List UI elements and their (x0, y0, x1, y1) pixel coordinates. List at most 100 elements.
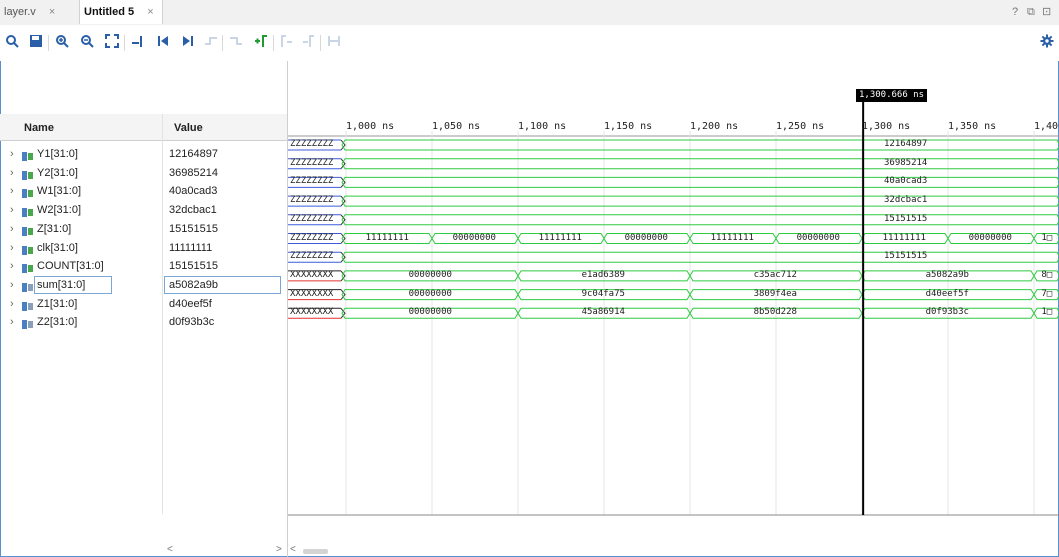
toolbar-separator (222, 35, 223, 51)
chevron-right-icon[interactable]: › (10, 276, 14, 294)
time-tick-label: 1,000 ns (346, 121, 395, 132)
bus-segment (341, 251, 1059, 263)
bus-segment (341, 158, 1059, 170)
value-label: 00000000 (408, 288, 452, 299)
help-icon[interactable]: ? (1012, 0, 1018, 24)
signal-name: W2[31:0] (37, 204, 82, 217)
maximize-icon[interactable]: ⊡ (1042, 0, 1051, 24)
initial-state-label: XXXXXXXX (290, 269, 334, 280)
signal-row[interactable]: › W1[31:0] 40a0cad3 (0, 182, 287, 200)
next-marker-icon[interactable] (301, 34, 317, 52)
input-bus-icon (22, 261, 33, 274)
initial-state-label: XXXXXXXX (290, 288, 334, 299)
value-label: 15151515 (884, 213, 928, 224)
chevron-right-icon[interactable]: › (10, 220, 14, 238)
settings-icon[interactable] (1039, 34, 1055, 52)
signal-value: 36985214 (169, 166, 218, 179)
close-icon[interactable]: × (147, 6, 153, 18)
chevron-right-icon[interactable]: › (10, 313, 14, 331)
value-label: a5082a9b (925, 269, 969, 280)
signal-value: d40eef5f (169, 297, 212, 310)
signal-row[interactable]: › Z1[31:0] d40eef5f (0, 295, 287, 313)
value-label: 3809f4ea (753, 288, 797, 299)
chevron-right-icon[interactable]: › (10, 257, 14, 275)
signal-value: 40a0cad3 (169, 185, 218, 198)
signal-row[interactable]: › Z2[31:0] d0f93b3c (0, 313, 287, 331)
output-bus-icon (22, 317, 33, 330)
go-to-cursor-icon[interactable] (130, 34, 146, 52)
swap-cursors-icon[interactable] (326, 34, 342, 52)
float-icon[interactable]: ⧉ (1027, 0, 1035, 24)
value-label: 8□ (1041, 269, 1053, 280)
search-icon[interactable] (4, 34, 20, 52)
signal-row[interactable]: › Z[31:0] 15151515 (0, 220, 287, 238)
chevron-right-icon[interactable]: › (10, 201, 14, 219)
go-to-first-icon[interactable] (155, 34, 171, 52)
signal-row[interactable]: › sum[31:0] a5082a9b (0, 275, 287, 294)
go-to-last-icon[interactable] (180, 34, 196, 52)
signal-value: 11111111 (169, 241, 213, 254)
time-tick-label: 1,100 ns (518, 121, 567, 132)
tab-untitled-5[interactable]: Untitled 5 × (79, 0, 163, 24)
signal-name: W1[31:0] (37, 185, 82, 198)
value-label: 00000000 (796, 232, 840, 243)
input-bus-icon (22, 205, 33, 218)
value-label: 15151515 (884, 251, 928, 262)
value-label: 36985214 (884, 157, 928, 168)
signal-name: sum[31:0] (37, 278, 86, 291)
value-label: 00000000 (968, 232, 1012, 243)
value-label: 00000000 (452, 232, 496, 243)
zoom-in-icon[interactable] (54, 34, 70, 52)
value-label: 11111111 (882, 232, 926, 243)
add-marker-icon[interactable] (253, 34, 269, 52)
signal-value: a5082a9b (169, 278, 218, 291)
chevron-right-icon[interactable]: › (10, 164, 14, 182)
signal-row[interactable]: › clk[31:0] 11111111 (0, 239, 287, 257)
zoom-fit-icon[interactable] (104, 34, 120, 52)
time-tick-label: 1,300 ns (862, 121, 911, 132)
value-label: 9c04fa75 (581, 288, 625, 299)
save-icon[interactable] (28, 34, 44, 52)
input-bus-icon (22, 168, 33, 180)
chevron-right-icon[interactable]: › (10, 295, 14, 313)
next-transition-icon[interactable] (228, 34, 244, 52)
value-column-header[interactable]: Value (174, 119, 203, 137)
zoom-out-icon[interactable] (79, 34, 95, 52)
signal-row[interactable]: › COUNT[31:0] 15151515 (0, 257, 287, 275)
chevron-right-icon[interactable]: › (10, 239, 14, 257)
signal-name: Y2[31:0] (37, 166, 78, 179)
previous-transition-icon[interactable] (203, 34, 219, 52)
time-tick-label: 1,350 ns (948, 121, 997, 132)
name-scroll-right-icon[interactable]: > (276, 544, 282, 557)
value-label: 00000000 (624, 232, 668, 243)
value-label: 00000000 (408, 307, 452, 318)
input-bus-icon (22, 224, 33, 236)
time-tick-label: 1,050 ns (432, 121, 481, 132)
output-bus-icon (22, 280, 33, 292)
initial-state-label: ZZZZZZZZ (290, 157, 334, 168)
signal-row[interactable]: › Y1[31:0] 12164897 (0, 145, 287, 163)
tab-layer-v[interactable]: layer.v × (4, 0, 74, 24)
signal-name: COUNT[31:0] (37, 260, 104, 273)
wave-scrollbar-thumb[interactable] (303, 549, 328, 554)
input-bus-icon (22, 243, 33, 255)
previous-marker-icon[interactable] (279, 34, 295, 52)
chevron-right-icon[interactable]: › (10, 145, 14, 163)
waveform-panel[interactable]: 1,300.666 ns 1,000 ns 1,050 ns 1,100 ns 1,1… (287, 61, 1059, 557)
initial-state-label: ZZZZZZZZ (290, 232, 334, 243)
value-label: 1□ (1041, 232, 1053, 243)
value-label: c35ac712 (753, 269, 797, 280)
signal-name: Z2[31:0] (37, 316, 78, 329)
close-icon[interactable]: × (49, 6, 55, 18)
signal-row[interactable]: › Y2[31:0] 36985214 (0, 164, 287, 182)
wave-scroll-left-icon[interactable]: < (290, 544, 296, 557)
chevron-right-icon[interactable]: › (10, 182, 14, 200)
value-label: 40a0cad3 (884, 176, 928, 187)
name-scroll-left-icon[interactable]: < (167, 544, 173, 557)
cursor-time-label: 1,300.666 ns (856, 89, 928, 102)
name-column-header[interactable]: Name (24, 119, 54, 137)
time-tick-label: 1,200 ns (690, 121, 739, 132)
signal-row[interactable]: › W2[31:0] 32dcbac1 (0, 201, 287, 219)
toolbar-separator (124, 35, 125, 51)
signal-value: d0f93b3c (169, 316, 215, 329)
